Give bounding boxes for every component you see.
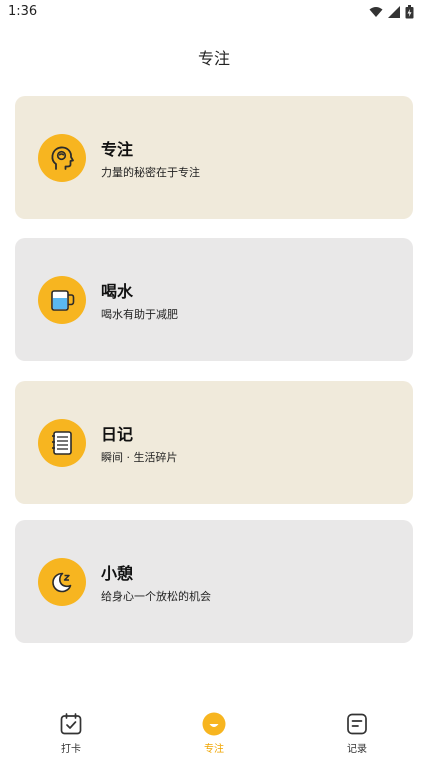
wifi-icon [369, 7, 383, 17]
focus-card[interactable]: 专注 力量的秘密在于专注 [15, 96, 413, 219]
card-title: 喝水 [101, 282, 134, 301]
moon-icon [38, 558, 86, 606]
card-description: 瞬间 · 生活碎片 [101, 451, 178, 464]
tab-record[interactable]: 记录 [327, 712, 387, 755]
nap-card[interactable]: 小憩 给身心一个放松的机会 [15, 520, 413, 643]
card-description: 喝水有助于减肥 [101, 308, 178, 321]
tab-focus[interactable]: 专注 [184, 712, 244, 755]
clock: 1:36 [8, 4, 38, 19]
card-description: 给身心一个放松的机会 [101, 590, 211, 603]
card-title: 日记 [101, 425, 134, 444]
system-icons [369, 5, 414, 19]
diary-card[interactable]: 日记 瞬间 · 生活碎片 [15, 381, 413, 504]
signal-icon [388, 6, 400, 18]
status-bar: 1:36 [0, 0, 428, 26]
tab-label: 记录 [347, 744, 367, 755]
page-title: 专注 [197, 49, 230, 68]
card-title: 专注 [101, 140, 134, 159]
bottom-tab-bar: 打卡 专注 记录 [0, 700, 428, 760]
focus-icon [202, 712, 226, 736]
tab-label: 打卡 [61, 744, 81, 755]
record-icon [347, 713, 367, 735]
notebook-icon [38, 419, 86, 467]
tab-checkin[interactable]: 打卡 [41, 712, 101, 755]
tab-label: 专注 [204, 744, 224, 755]
card-title: 小憩 [101, 564, 134, 583]
drink-water-card[interactable]: 喝水 喝水有助于减肥 [15, 238, 413, 361]
battery-icon [405, 5, 414, 19]
cup-icon [38, 276, 86, 324]
card-description: 力量的秘密在于专注 [101, 166, 200, 179]
checkin-icon [60, 713, 82, 735]
head-icon [38, 134, 86, 182]
